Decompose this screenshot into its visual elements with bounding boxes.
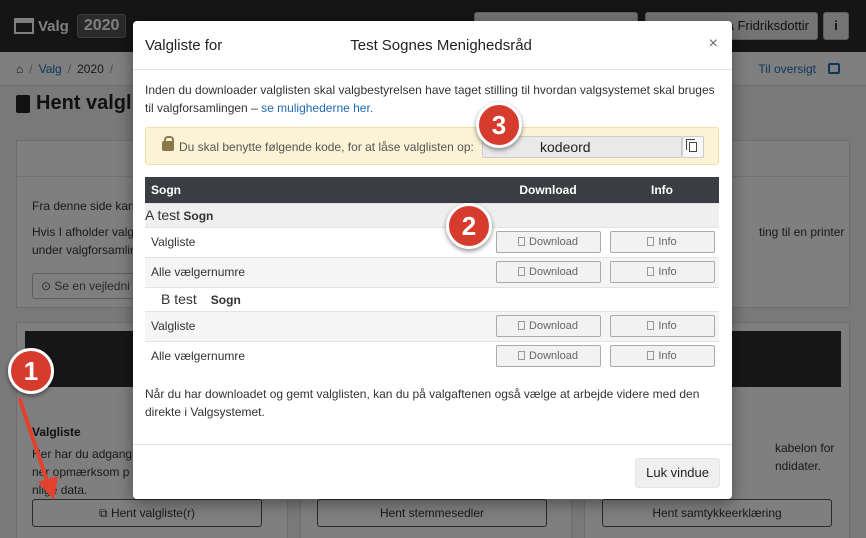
callout-1: 1 (8, 348, 54, 394)
group-row: A test Sogn (145, 202, 719, 227)
modal-title: Valgliste for Test Sognes Menighedsråd (145, 37, 532, 54)
row-label: Valgliste (145, 310, 491, 341)
close-icon[interactable]: × (709, 35, 718, 53)
table-row: Valgliste Download Info (145, 310, 719, 341)
info-button[interactable]: Info (609, 315, 715, 337)
row-label: Alle vælgernumre (145, 340, 491, 371)
table-row: Valgliste Download Info (145, 226, 719, 257)
document-icon (518, 267, 526, 276)
modal-outro: Når du har downloadet og gemt valglisten… (145, 387, 700, 419)
intro-text: Inden du downloader valglisten skal valg… (145, 83, 715, 115)
group-suffix: Sogn (183, 209, 214, 223)
copy-icon (647, 237, 655, 246)
valgliste-modal: Valgliste for Test Sognes Menighedsråd × I… (133, 21, 732, 499)
copy-icon (647, 351, 655, 361)
copy-icon (647, 267, 655, 276)
group-name: A test (145, 207, 181, 223)
callout-3: 3 (476, 102, 522, 148)
document-icon (518, 351, 526, 361)
download-button[interactable]: Download (495, 315, 601, 337)
info-button[interactable]: Info (609, 231, 715, 253)
modal-title-name-1: Test (350, 37, 378, 54)
table-header: Sogn Download Info (145, 177, 719, 203)
col-sogn: Sogn (145, 177, 491, 203)
col-download: Download (491, 177, 605, 203)
row-label: Alle vælgernumre (145, 256, 491, 287)
copy-icon (686, 139, 697, 152)
modal-title-name-2: Sognes Menighedsråd (381, 37, 532, 54)
download-button[interactable]: Download (495, 345, 601, 368)
copy-icon (647, 321, 655, 330)
table-row: Alle vælgernumre Download Info (145, 340, 719, 371)
group-name: B test (161, 291, 197, 307)
document-icon (518, 321, 526, 330)
modal-header: Valgliste for Test Sognes Menighedsråd × (133, 21, 732, 70)
modal-title-prefix: Valgliste for (145, 37, 223, 54)
modal-intro: Inden du downloader valglisten skal valg… (145, 81, 721, 117)
close-window-button[interactable]: Luk vindue (635, 458, 720, 488)
options-link[interactable]: se mulighederne her. (261, 101, 373, 115)
callout-2: 2 (446, 203, 492, 249)
lock-icon (162, 136, 174, 151)
row-label: Valgliste (145, 226, 491, 257)
modal-footer: Luk vindue (133, 444, 732, 499)
code-alert: Du skal benytte følgende kode, for at lå… (145, 127, 719, 165)
group-suffix: Sogn (210, 293, 241, 307)
table-row: Alle vælgernumre Download Info (145, 256, 719, 287)
sogn-table: Sogn Download Info A test Sogn Valgliste… (145, 177, 719, 371)
col-info: Info (605, 177, 719, 203)
group-row: B test Sogn (145, 286, 719, 311)
document-icon (518, 237, 526, 246)
copy-button[interactable] (682, 136, 704, 158)
alert-text: Du skal benytte følgende kode, for at lå… (179, 140, 474, 154)
info-button[interactable]: Info (609, 261, 715, 283)
download-button[interactable]: Download (495, 261, 601, 283)
info-button[interactable]: Info (609, 345, 715, 368)
download-button[interactable]: Download (495, 231, 601, 253)
